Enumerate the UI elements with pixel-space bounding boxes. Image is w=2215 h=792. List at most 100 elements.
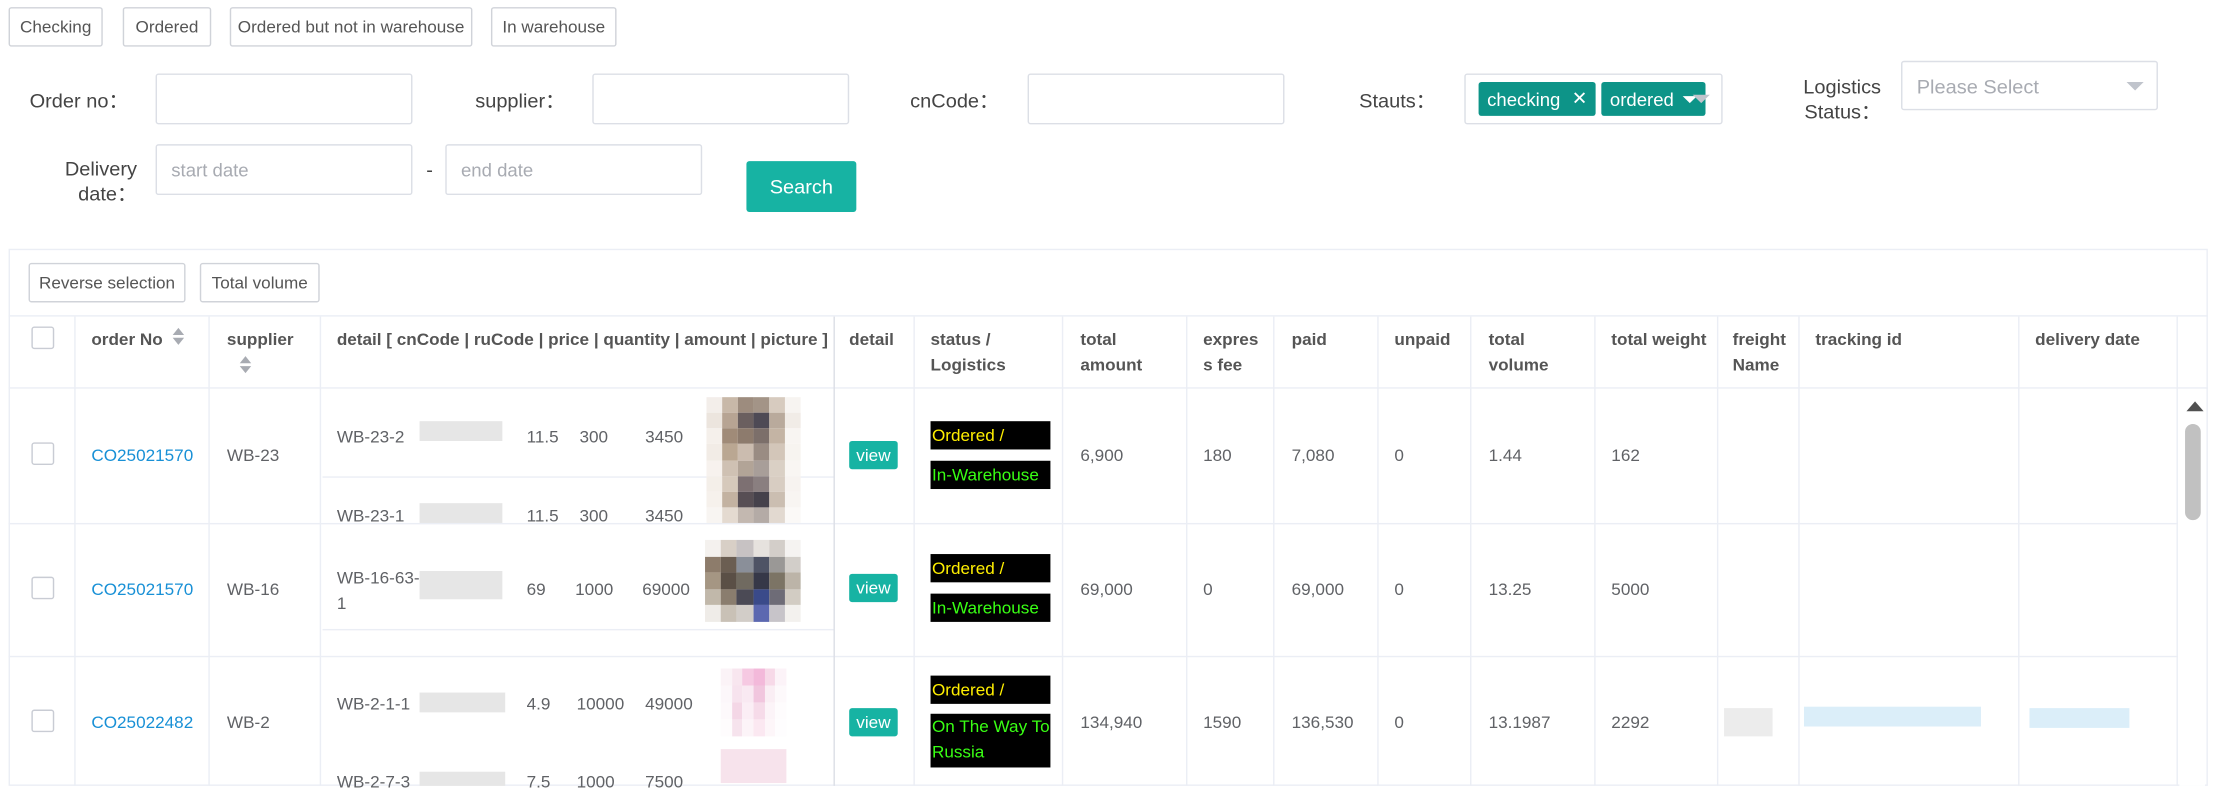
detail-cncode: WB-2-1-1 bbox=[336, 693, 411, 714]
logistics-placeholder: Please Select bbox=[1916, 74, 2039, 97]
end-date-input[interactable]: end date bbox=[445, 144, 703, 196]
header-express-fee-line2: s fee bbox=[1203, 354, 1243, 375]
chevron-down-icon[interactable] bbox=[2126, 81, 2144, 91]
detail-cncode: WB-16-63- 1 bbox=[337, 565, 420, 616]
col-divider bbox=[1716, 316, 1719, 786]
row-checkbox[interactable] bbox=[31, 442, 55, 466]
detail-price: 11.5 bbox=[526, 426, 559, 447]
supplier-cell: WB-16 bbox=[226, 579, 280, 600]
reverse-selection-button[interactable]: Reverse selection bbox=[28, 262, 186, 303]
view-button[interactable]: view bbox=[849, 708, 898, 737]
express-fee-cell: 0 bbox=[1203, 579, 1213, 600]
tab-in-warehouse[interactable]: In warehouse bbox=[490, 7, 617, 47]
tab-checking[interactable]: Checking bbox=[8, 7, 103, 47]
header-freight-name: freight Name bbox=[1733, 326, 1786, 377]
header-bottom-line bbox=[8, 387, 2208, 389]
tab-ordered[interactable]: Ordered bbox=[122, 7, 212, 47]
col-divider bbox=[208, 316, 210, 786]
header-detail: detail bbox=[849, 329, 894, 350]
total-amount-cell: 69,000 bbox=[1080, 579, 1133, 600]
sort-asc-icon[interactable] bbox=[239, 356, 252, 364]
header-total-amount-line2: amount bbox=[1080, 354, 1143, 375]
cncode-label: cnCode： bbox=[910, 89, 1000, 112]
delivery-date-label: Delivery date： bbox=[51, 155, 137, 206]
total-volume-button[interactable]: Total volume bbox=[199, 262, 320, 303]
redacted-rucode bbox=[419, 571, 503, 600]
tab-ordered-not-in-warehouse[interactable]: Ordered but not in warehouse bbox=[229, 7, 473, 47]
redacted-rucode bbox=[419, 692, 506, 713]
header-total-volume-line1: total bbox=[1488, 329, 1525, 350]
header-total-amount-line1: total bbox=[1080, 329, 1117, 350]
total-volume-cell: 13.25 bbox=[1488, 579, 1532, 600]
detail-quantity: 300 bbox=[579, 505, 609, 526]
supplier-cell: WB-2 bbox=[226, 712, 270, 733]
detail-amount: 3450 bbox=[645, 505, 684, 526]
date-separator: - bbox=[426, 158, 433, 181]
detail-amount: 49000 bbox=[645, 693, 693, 714]
sort-asc-icon[interactable] bbox=[172, 327, 185, 335]
supplier-input[interactable] bbox=[592, 73, 850, 125]
header-order-no[interactable]: order No bbox=[91, 326, 162, 351]
col-divider bbox=[1186, 316, 1188, 786]
logistics-status-line1: On The Way To bbox=[931, 716, 1050, 737]
logistics-status-badge: On The Way To Russia bbox=[930, 713, 1051, 768]
total-weight-cell: 2292 bbox=[1611, 712, 1650, 733]
header-top-line bbox=[8, 315, 2208, 317]
order-no-link[interactable]: CO25021570 bbox=[91, 445, 193, 465]
detail-price: 7.5 bbox=[526, 771, 551, 792]
sort-desc-icon[interactable] bbox=[239, 366, 252, 374]
status-tag-ordered: ordered bbox=[1601, 81, 1706, 116]
order-no-link[interactable]: CO25021570 bbox=[91, 579, 193, 599]
redacted-tracking-id[interactable] bbox=[1803, 706, 1981, 727]
detail-quantity: 10000 bbox=[576, 693, 625, 714]
product-thumbnail[interactable] bbox=[720, 668, 787, 737]
redacted-delivery-date bbox=[2029, 708, 2130, 728]
close-icon[interactable]: ✕ bbox=[1572, 88, 1588, 111]
detail-cncode: WB-23-1 bbox=[336, 505, 405, 526]
status-tag-checking: checking ✕ bbox=[1478, 81, 1596, 116]
header-total-weight: total weight bbox=[1611, 329, 1707, 350]
cncode-input[interactable] bbox=[1027, 73, 1285, 125]
product-thumbnail[interactable] bbox=[705, 539, 801, 622]
view-button[interactable]: view bbox=[849, 440, 898, 470]
row-divider bbox=[8, 522, 2178, 525]
detail-amount: 7500 bbox=[645, 771, 684, 792]
express-fee-cell: 1590 bbox=[1203, 712, 1242, 733]
sort-desc-icon[interactable] bbox=[172, 337, 185, 345]
paid-cell: 136,530 bbox=[1291, 712, 1354, 733]
header-total-volume: total volume bbox=[1489, 326, 1549, 377]
col-divider bbox=[319, 316, 322, 786]
view-button[interactable]: view bbox=[849, 573, 898, 603]
logistics-status-badge: In-Warehouse bbox=[930, 460, 1051, 490]
header-supplier[interactable]: supplier bbox=[227, 326, 294, 351]
col-divider bbox=[1594, 316, 1596, 786]
detail-quantity: 1000 bbox=[575, 579, 614, 600]
order-no-input[interactable] bbox=[155, 73, 413, 125]
scroll-up-icon[interactable] bbox=[2186, 401, 2204, 412]
col-divider bbox=[1377, 316, 1379, 786]
express-fee-cell: 180 bbox=[1203, 445, 1232, 466]
header-freight-name-line1: freight bbox=[1732, 329, 1786, 350]
product-thumbnail-partial bbox=[720, 749, 787, 784]
order-status-badge: Ordered / bbox=[930, 554, 1051, 583]
scrollbar-thumb[interactable] bbox=[2185, 424, 2201, 521]
order-no-link[interactable]: CO25022482 bbox=[91, 712, 193, 732]
header-status-line1: status / bbox=[930, 329, 991, 350]
start-date-input[interactable]: start date bbox=[155, 144, 413, 196]
detail-cncode: WB-23-2 bbox=[336, 426, 405, 447]
detail-price: 11.5 bbox=[526, 505, 559, 526]
select-all-checkbox[interactable] bbox=[31, 326, 55, 350]
header-tracking-id: tracking id bbox=[1815, 329, 1903, 350]
redacted-rucode bbox=[419, 421, 503, 441]
row-checkbox[interactable] bbox=[31, 709, 55, 733]
col-divider bbox=[1061, 316, 1064, 786]
search-button[interactable]: Search bbox=[746, 161, 857, 213]
header-express-fee: expres s fee bbox=[1203, 326, 1258, 377]
logistics-status-select[interactable]: Please Select bbox=[1901, 60, 2158, 111]
product-thumbnail[interactable] bbox=[706, 397, 801, 523]
row-checkbox[interactable] bbox=[31, 576, 55, 600]
detail-amount: 69000 bbox=[642, 579, 690, 600]
order-status-badge: Ordered / bbox=[930, 675, 1051, 704]
chevron-down-icon[interactable] bbox=[1692, 94, 1710, 104]
total-amount-cell: 6,900 bbox=[1080, 445, 1124, 466]
